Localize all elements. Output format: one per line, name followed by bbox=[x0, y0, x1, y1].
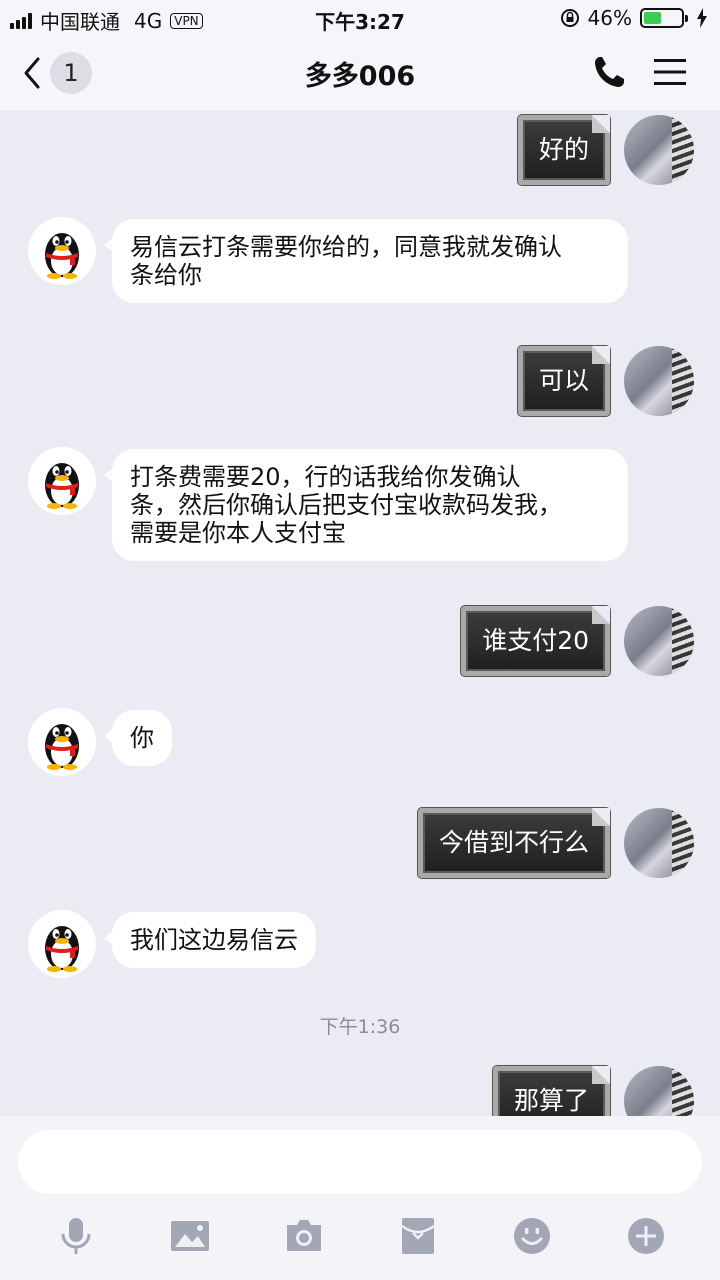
my-avatar[interactable] bbox=[624, 1066, 694, 1116]
image-icon[interactable] bbox=[170, 1216, 210, 1256]
emoji-icon[interactable] bbox=[512, 1216, 552, 1256]
outgoing-bubble[interactable]: 可以 bbox=[516, 345, 612, 417]
outgoing-bubble[interactable]: 那算了 bbox=[491, 1065, 612, 1116]
status-bar: 中国联通 4G VPN 下午3:27 46% bbox=[0, 0, 720, 36]
microphone-icon[interactable] bbox=[56, 1216, 96, 1256]
outgoing-bubble[interactable]: 好的 bbox=[516, 114, 612, 186]
red-packet-icon[interactable] bbox=[398, 1216, 438, 1256]
bubble-line: 条给你 bbox=[130, 261, 202, 289]
contact-avatar[interactable] bbox=[28, 217, 96, 285]
outgoing-bubble[interactable]: 谁支付20 bbox=[460, 605, 611, 677]
outgoing-bubble[interactable]: 今借到不行么 bbox=[416, 807, 612, 879]
my-avatar[interactable] bbox=[624, 808, 694, 878]
bubble-line: 你 bbox=[130, 724, 154, 752]
bubble-line: 易信云打条需要你给的，同意我就发确认 bbox=[130, 233, 562, 261]
penguin-icon bbox=[45, 463, 79, 509]
message-input[interactable] bbox=[18, 1130, 702, 1194]
timestamp-label: 下午1:36 bbox=[319, 1016, 401, 1038]
bubble-line: 打条费需要20，行的话我给你发确认 bbox=[130, 463, 521, 491]
my-avatar[interactable] bbox=[624, 346, 694, 416]
status-right: 46% bbox=[560, 6, 708, 30]
battery-icon bbox=[640, 8, 688, 28]
contact-avatar[interactable] bbox=[28, 708, 96, 776]
my-avatar[interactable] bbox=[624, 115, 694, 185]
incoming-bubble[interactable]: 易信云打条需要你给的，同意我就发确认 条给你 bbox=[104, 219, 628, 303]
penguin-icon bbox=[45, 926, 79, 972]
battery-fill bbox=[644, 12, 661, 24]
incoming-bubble[interactable]: 我们这边易信云 bbox=[104, 912, 316, 968]
chat-area[interactable]: 好的 易信云打条需要你给的，同意我就发确认 条给你 可以 打条费需要20，行的话… bbox=[0, 110, 720, 1116]
penguin-icon bbox=[45, 233, 79, 279]
bubble-line: 我们这边易信云 bbox=[130, 926, 298, 954]
incoming-bubble[interactable]: 你 bbox=[104, 710, 172, 766]
nav-bar: 1 多多006 bbox=[0, 36, 720, 110]
penguin-icon bbox=[45, 724, 79, 770]
contact-avatar[interactable] bbox=[28, 910, 96, 978]
bubble-line: 条，然后你确认后把支付宝收款码发我， bbox=[130, 491, 562, 519]
bubble-line: 需要是你本人支付宝 bbox=[130, 519, 346, 547]
input-area bbox=[0, 1116, 720, 1280]
orientation-lock-icon bbox=[560, 9, 579, 27]
incoming-bubble[interactable]: 打条费需要20，行的话我给你发确认 条，然后你确认后把支付宝收款码发我， 需要是… bbox=[104, 449, 628, 561]
camera-icon[interactable] bbox=[284, 1216, 324, 1256]
contact-avatar[interactable] bbox=[28, 447, 96, 515]
charging-icon bbox=[697, 8, 707, 28]
my-avatar[interactable] bbox=[624, 606, 694, 676]
phone-icon[interactable] bbox=[592, 54, 626, 90]
menu-icon[interactable] bbox=[654, 58, 686, 86]
plus-icon[interactable] bbox=[626, 1216, 666, 1256]
battery-percent: 46% bbox=[587, 6, 632, 30]
